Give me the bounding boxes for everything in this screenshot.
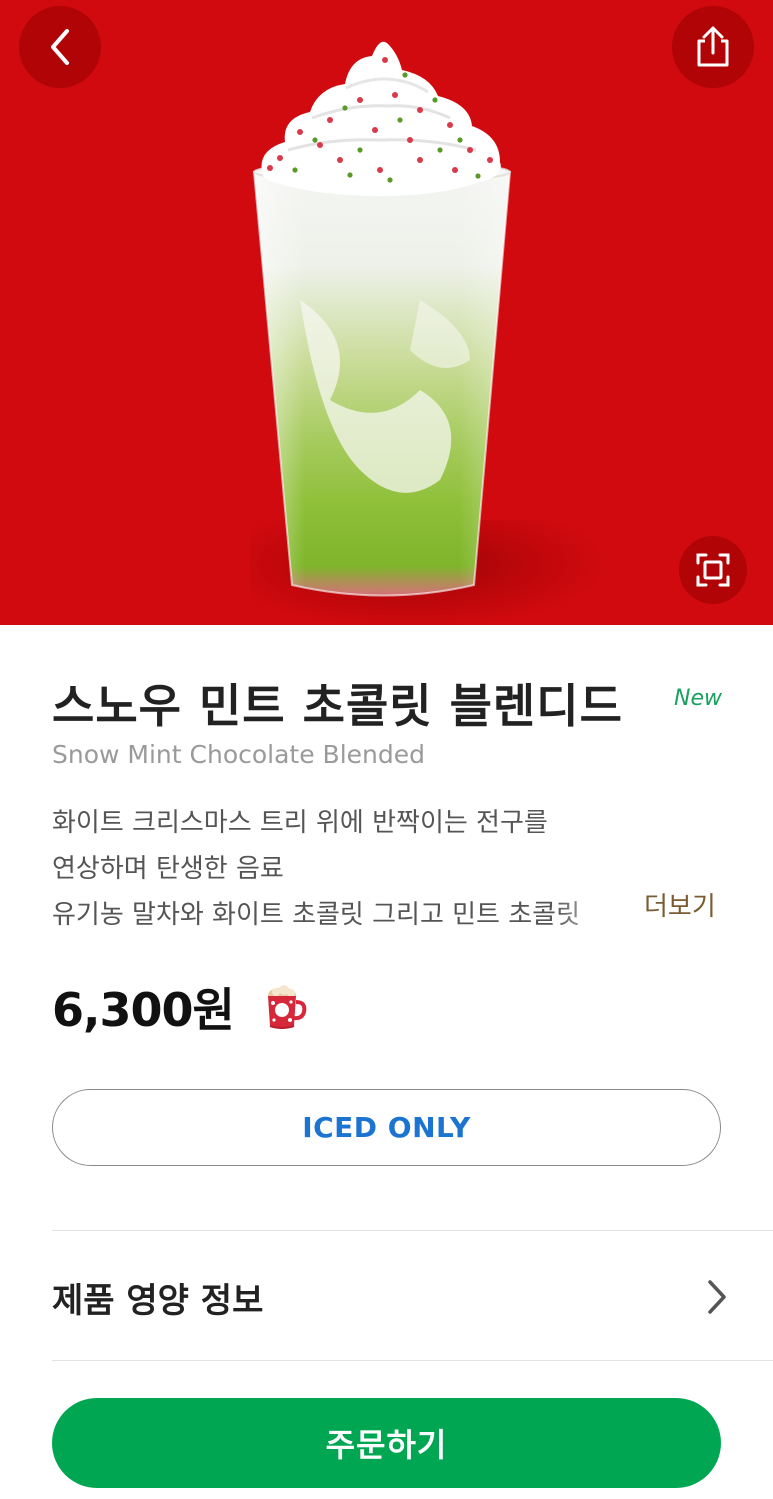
product-name: 스노우 민트 초콜릿 블렌디드 [52,679,623,733]
nutrition-info-label: 제품 영양 정보 [52,1280,264,1321]
description-line: 유기농 말차와 화이트 초콜릿 그리고 민트 초콜릿 [52,900,580,930]
price-row: 6,300원 [52,972,308,1042]
divider [52,1230,773,1231]
fullscreen-icon [696,553,730,587]
nutrition-info-row[interactable]: 제품 영양 정보 [52,1262,732,1332]
product-price: 6,300원 [52,983,235,1037]
divider [52,1360,773,1361]
product-title-row: 스노우 민트 초콜릿 블렌디드 New [52,668,732,738]
temperature-option-button[interactable]: ICED ONLY [52,1089,721,1166]
product-detail-page: 스노우 민트 초콜릿 블렌디드 New Snow Mint Chocolate … [0,0,773,1499]
chevron-right-icon [708,1280,726,1314]
back-button[interactable] [19,6,101,88]
more-link[interactable]: 더보기 [644,886,716,923]
chevron-left-icon [51,29,69,65]
order-button[interactable]: 주문하기 [52,1398,721,1488]
description-line: 화이트 크리스마스 트리 위에 반짝이는 전구를 [52,808,548,838]
product-description: 화이트 크리스마스 트리 위에 반짝이는 전구를 연상하며 탄생한 음료 유기농… [52,800,632,938]
description-line: 연상하며 탄생한 음료 [52,854,284,884]
new-badge: New [674,686,722,711]
share-icon [697,26,729,67]
product-image-area [0,0,773,625]
product-image [252,41,512,597]
product-english-name: Snow Mint Chocolate Blended [52,740,425,769]
zoom-image-button[interactable] [679,536,747,604]
holiday-cup-icon [267,985,307,1029]
share-button[interactable] [672,6,754,88]
